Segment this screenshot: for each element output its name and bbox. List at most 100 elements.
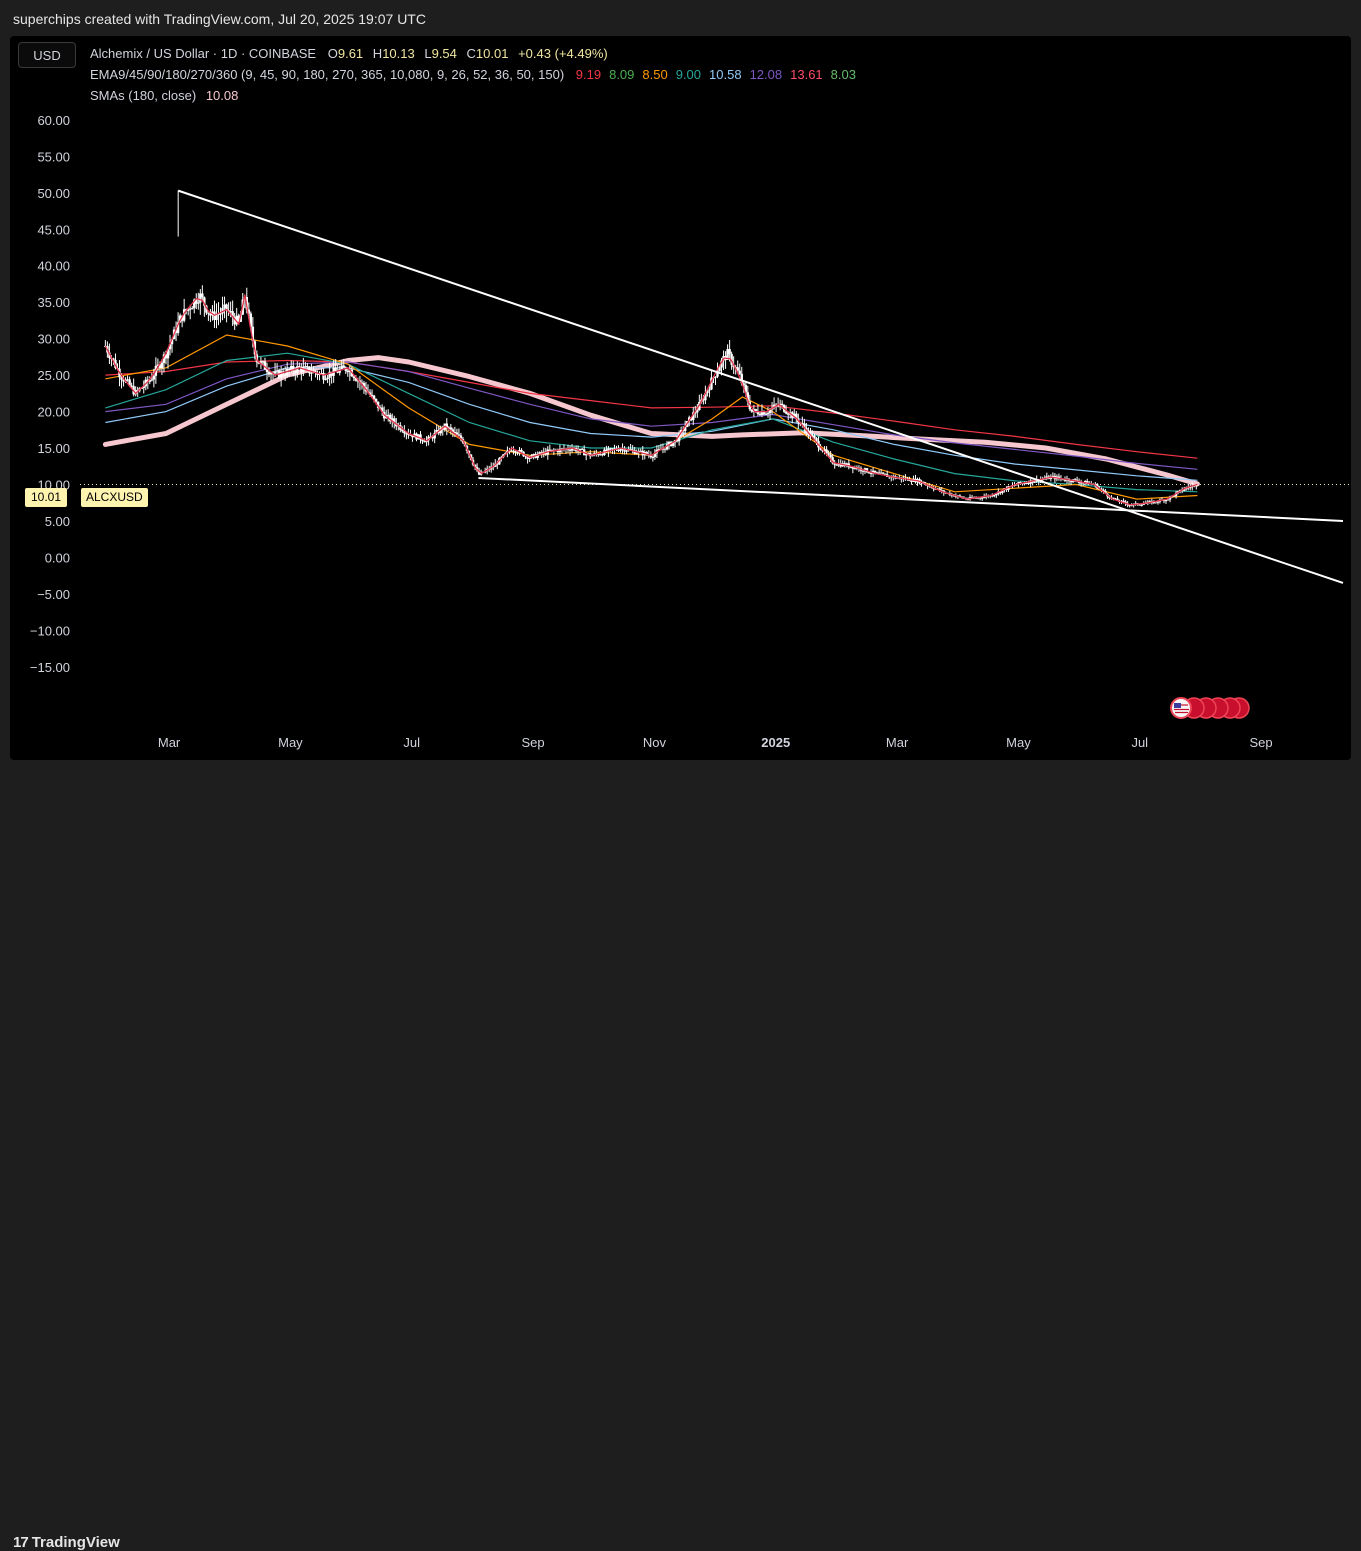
candle-body <box>457 434 461 436</box>
candle-body <box>728 349 731 355</box>
x-tick-label: Nov <box>643 735 667 750</box>
currency-button[interactable]: USD <box>18 42 76 68</box>
ema-line <box>105 334 1198 500</box>
legend-open: 9.61 <box>337 46 364 61</box>
candle-body <box>191 308 194 310</box>
legend-pair: Alchemix / US Dollar · 1D · COINBASE <box>90 46 317 61</box>
candle-body <box>514 450 517 453</box>
candle-body <box>1033 481 1036 483</box>
legend-ema-value: 8.03 <box>830 67 856 82</box>
legend-ema-value: 12.08 <box>749 67 783 82</box>
y-tick-label: 50.00 <box>37 186 70 201</box>
tradingview-logo[interactable]: 17 TradingView <box>13 1534 120 1551</box>
candle-body <box>784 411 788 414</box>
y-tick-label: 5.00 <box>45 514 70 529</box>
candle-body <box>708 389 711 391</box>
candle-body <box>738 370 741 374</box>
candle-body <box>1140 504 1143 506</box>
legend-change: +0.43 (+4.49%) <box>518 46 608 61</box>
x-tick-label: Jul <box>403 735 420 750</box>
chart-frame[interactable]: 60.00 55.00 50.00 45.00 40.00 35.00 30.00 25.00… <box>10 36 1351 760</box>
candle-body <box>449 427 453 430</box>
candle-body <box>869 473 873 475</box>
y-tick-label: 0.00 <box>45 550 70 565</box>
y-tick-label: 40.00 <box>37 259 70 274</box>
candle-body <box>873 470 877 473</box>
legend-ema-label: EMA9/45/90/180/270/360 (9, 45, 90, 180, … <box>90 67 565 82</box>
legend-low: 9.54 <box>431 46 457 61</box>
candle-body <box>881 472 885 474</box>
legend-high: 10.13 <box>382 46 415 61</box>
legend-close-label: C <box>466 46 476 61</box>
candle-body <box>219 313 222 315</box>
candle-body <box>718 367 721 372</box>
y-tick-label: 60.00 <box>37 113 70 128</box>
candle-body <box>334 367 337 371</box>
x-tick-label: Sep <box>1250 735 1273 750</box>
candle-body <box>651 456 655 458</box>
legend-ema-value: 8.09 <box>609 67 635 82</box>
y-tick-label: 20.00 <box>37 405 70 420</box>
y-tick-label: 30.00 <box>37 332 70 347</box>
candle-body <box>201 293 204 298</box>
legend-ema-values: 9.19 8.09 8.50 9.00 10.58 12.08 13.61 8.03 <box>568 67 856 82</box>
current-price-tag: 10.01 <box>25 488 68 507</box>
trendline[interactable] <box>177 189 1344 584</box>
candle-body <box>322 372 325 380</box>
y-tick-label: 35.00 <box>37 295 70 310</box>
attribution-text: superchips created with TradingView.com,… <box>13 11 426 27</box>
candle-body <box>635 453 638 455</box>
us-flag-icon[interactable] <box>1168 697 1252 719</box>
tradingview-logo-icon: 17 <box>13 1534 29 1551</box>
ema-9-line <box>104 294 1198 506</box>
x-tick-label: Mar <box>886 735 909 750</box>
legend-sma: SMAs (180, close) 10.08 <box>90 88 238 103</box>
candle-body <box>342 365 345 368</box>
candle-body <box>754 409 758 411</box>
candle-body <box>197 302 200 304</box>
footer: 17 TradingView <box>0 762 1361 1551</box>
candle-body <box>374 398 378 402</box>
candle-body <box>324 379 327 381</box>
candle-body <box>780 403 784 405</box>
legend-high-label: H <box>372 46 383 61</box>
legend-ema-value: 8.50 <box>642 67 668 82</box>
legend-ema: EMA9/45/90/180/270/360 (9, 45, 90, 180, … <box>90 67 856 82</box>
candle-body <box>1122 500 1125 502</box>
x-tick-label: May <box>278 735 303 750</box>
candle-body <box>827 453 830 455</box>
y-tick-label: −15.00 <box>30 660 70 675</box>
candle-body <box>152 375 156 380</box>
candle-body <box>766 413 770 415</box>
candle-body <box>714 376 717 378</box>
x-tick-label: May <box>1006 735 1031 750</box>
legend-open-label: O <box>327 46 338 61</box>
candle-body <box>308 366 311 374</box>
x-tick-label: Jul <box>1131 735 1148 750</box>
y-tick-label: 55.00 <box>37 149 70 164</box>
y-tick-label: 15.00 <box>37 441 70 456</box>
chart-canvas[interactable]: 60.00 55.00 50.00 45.00 40.00 35.00 30.00 25.00… <box>10 36 1351 760</box>
attribution-bar: superchips created with TradingView.com,… <box>0 0 1361 36</box>
x-tick-label: 2025 <box>761 735 790 750</box>
x-tick-label: Sep <box>522 735 545 750</box>
legend-ema-value: 9.19 <box>575 67 602 82</box>
candle-body <box>160 362 164 369</box>
candle-body <box>520 449 523 452</box>
candle-body <box>273 371 277 374</box>
y-tick-label: 25.00 <box>37 368 70 383</box>
candle-body <box>326 377 329 380</box>
candle-body <box>993 495 996 497</box>
candle-body <box>528 458 531 460</box>
ema-line <box>105 361 1198 470</box>
y-tick-label: −5.00 <box>37 587 70 602</box>
legend-ema-value: 10.58 <box>709 67 742 82</box>
candle-body <box>310 372 313 374</box>
trendline[interactable] <box>478 476 1344 522</box>
legend-ema-value: 9.00 <box>675 67 702 82</box>
legend-sma-value: 10.08 <box>205 88 239 103</box>
y-tick-label: 45.00 <box>37 222 70 237</box>
legend-ohlc: Alchemix / US Dollar · 1D · COINBASE O9.… <box>90 46 608 61</box>
candle-body <box>813 435 816 439</box>
x-tick-label: Mar <box>158 735 181 750</box>
